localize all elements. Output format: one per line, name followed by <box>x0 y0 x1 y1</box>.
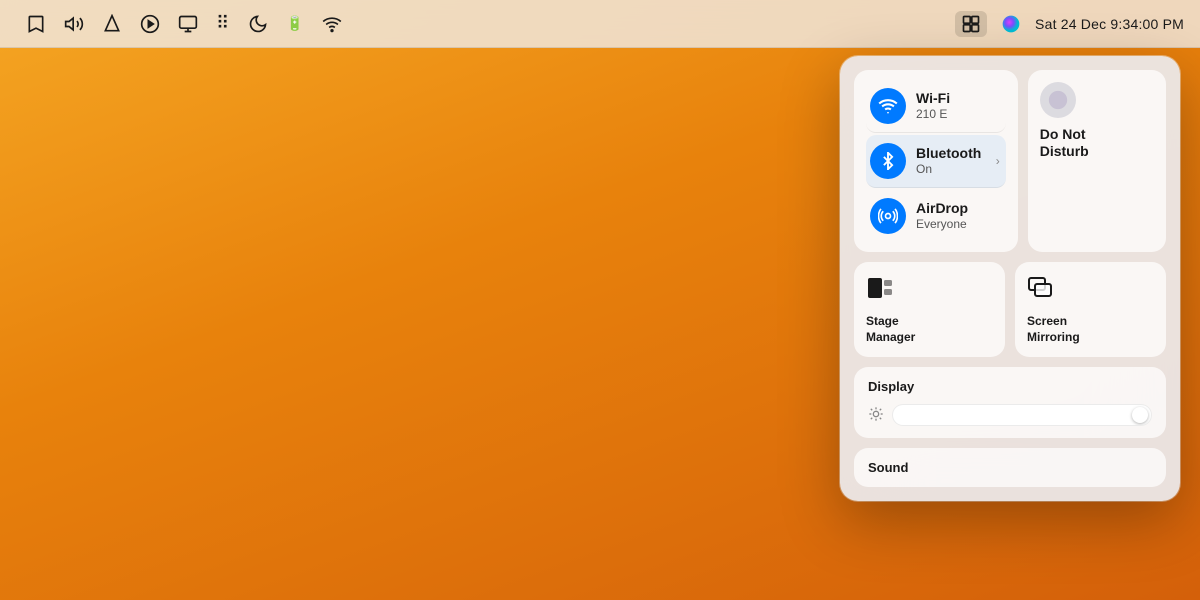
wifi-menu-icon[interactable] <box>322 14 342 34</box>
airdrop-text: AirDrop Everyone <box>916 200 968 232</box>
airdrop-icon-circle <box>870 198 906 234</box>
brightness-slider[interactable] <box>892 404 1152 426</box>
control-center-middle-row: Stage Manager Screen Mirroring <box>854 262 1166 357</box>
airdrop-menu-icon[interactable] <box>102 14 122 34</box>
bookmark-icon[interactable] <box>26 14 46 34</box>
wifi-text: Wi-Fi 210 E <box>916 90 950 122</box>
sound-header: Sound <box>868 460 1152 475</box>
bluetooth-item[interactable]: Bluetooth On › <box>866 135 1006 188</box>
battery-icon[interactable]: 🔋 <box>286 15 303 32</box>
stage-manager-icon <box>866 274 894 308</box>
moon-icon[interactable] <box>248 14 268 34</box>
bluetooth-chevron: › <box>996 154 1000 168</box>
menubar-right: Sat 24 Dec 9:34:00 PM <box>955 11 1184 37</box>
wifi-subtitle: 210 E <box>916 107 950 123</box>
siri-icon[interactable] <box>1001 14 1021 34</box>
wifi-title: Wi-Fi <box>916 90 950 107</box>
sound-section: Sound <box>854 448 1166 487</box>
control-center-top-row: Wi-Fi 210 E Bluetooth On › <box>854 70 1166 252</box>
display-header: Display <box>868 379 1152 394</box>
play-icon[interactable] <box>140 14 160 34</box>
brightness-thumb <box>1132 407 1148 423</box>
airdrop-subtitle: Everyone <box>916 217 968 233</box>
display-menu-icon[interactable] <box>178 14 198 34</box>
bluetooth-subtitle: On <box>916 162 981 178</box>
bluetooth-icon-circle <box>870 143 906 179</box>
menubar-clock: Sat 24 Dec 9:34:00 PM <box>1035 16 1184 32</box>
stage-manager-label: Stage Manager <box>866 314 915 345</box>
volume-icon[interactable] <box>64 14 84 34</box>
bluetooth-title: Bluetooth <box>916 145 981 162</box>
stage-manager-item[interactable]: Stage Manager <box>854 262 1005 357</box>
dnd-icon-circle <box>1040 82 1076 118</box>
brightness-row <box>868 404 1152 426</box>
menubar: ⠿ 🔋 Sat 24 Dec 9:34:00 PM <box>0 0 1200 48</box>
connectivity-box: Wi-Fi 210 E Bluetooth On › <box>854 70 1018 252</box>
screen-mirroring-label: Screen Mirroring <box>1027 314 1080 345</box>
wifi-item[interactable]: Wi-Fi 210 E <box>866 80 1006 133</box>
menubar-left-icons: ⠿ 🔋 <box>26 13 342 34</box>
dnd-label: Do Not Disturb <box>1040 126 1089 160</box>
airdrop-item[interactable]: AirDrop Everyone <box>866 190 1006 242</box>
display-section: Display <box>854 367 1166 438</box>
control-center-icon[interactable] <box>955 11 987 37</box>
bluetooth-text: Bluetooth On <box>916 145 981 177</box>
do-not-disturb-item[interactable]: Do Not Disturb <box>1028 70 1166 252</box>
airdrop-title: AirDrop <box>916 200 968 217</box>
focus-dots-icon[interactable]: ⠿ <box>216 13 230 34</box>
screen-mirroring-icon <box>1027 274 1055 308</box>
wifi-icon-circle <box>870 88 906 124</box>
control-center-panel: Wi-Fi 210 E Bluetooth On › <box>840 56 1180 501</box>
screen-mirroring-item[interactable]: Screen Mirroring <box>1015 262 1166 357</box>
brightness-icon <box>868 406 884 425</box>
